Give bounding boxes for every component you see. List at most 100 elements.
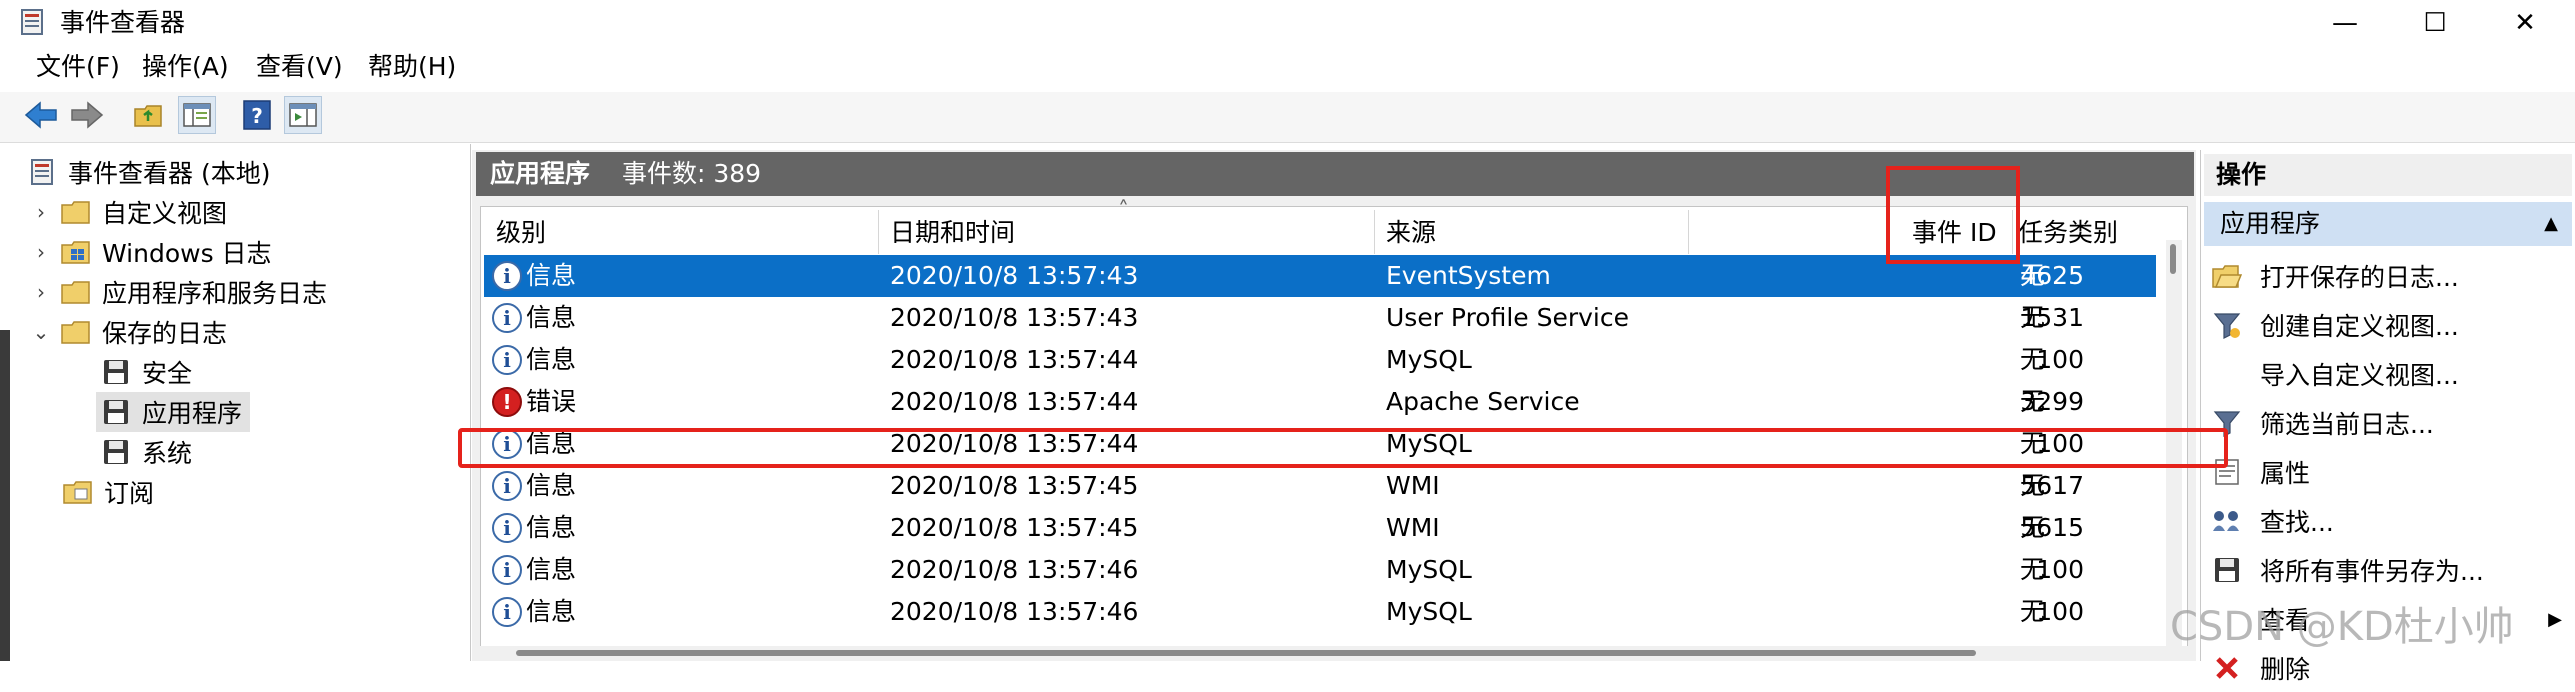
table-row[interactable]: i 信息 2020/10/8 13:57:44 MySQL 100 无 <box>484 339 2156 381</box>
cell-event-id: 100 <box>2036 345 2084 374</box>
chevron-right-icon[interactable]: › <box>30 240 52 264</box>
menu-file[interactable]: 文件(F) <box>36 50 120 84</box>
annotation-box-row <box>458 428 2228 468</box>
find-icon <box>2210 504 2244 538</box>
actions-section-application[interactable]: 应用程序 ▲ <box>2204 202 2572 246</box>
help-icon[interactable]: ? <box>238 96 276 134</box>
cell-source: MySQL <box>1386 555 1472 584</box>
cell-level: 信息 <box>526 597 577 626</box>
cell-datetime: 2020/10/8 13:57:44 <box>890 387 1139 416</box>
title-bar <box>0 0 2575 46</box>
cell-task-category: 无 <box>2020 597 2046 626</box>
collapse-up-icon[interactable]: ▲ <box>2544 202 2558 246</box>
event-viewer-icon <box>26 157 58 187</box>
event-viewer-app-icon <box>20 8 44 36</box>
tree-item-saved-system[interactable]: 系统 <box>100 432 192 472</box>
tree-item-label: 订阅 <box>104 479 155 508</box>
chevron-right-icon[interactable]: › <box>30 200 52 224</box>
cell-task-category: 无 <box>2020 261 2046 290</box>
cell-datetime: 2020/10/8 13:57:46 <box>890 555 1139 584</box>
tree-item-windows-logs[interactable]: › Windows 日志 <box>30 232 272 272</box>
tree-item-label: 应用程序 <box>142 399 243 428</box>
info-icon: i <box>492 261 522 291</box>
cell-level: 信息 <box>526 513 577 542</box>
windows-logs-folder-icon <box>60 237 92 267</box>
cell-level: 信息 <box>526 261 577 290</box>
folder-up-icon[interactable] <box>130 96 168 134</box>
horizontal-scroll-thumb[interactable] <box>516 650 1976 656</box>
disk-icon <box>100 397 132 427</box>
cell-level: 信息 <box>526 303 577 332</box>
action-label: 将所有事件另存为... <box>2260 557 2484 586</box>
action-label: 筛选当前日志... <box>2260 410 2434 439</box>
action-2[interactable]: 创建自定义视图... <box>2210 301 2570 349</box>
cell-level: 信息 <box>526 345 577 374</box>
table-row[interactable]: i 信息 2020/10/8 13:57:45 WMI 5615 无 <box>484 507 2156 549</box>
action-7[interactable]: 将所有事件另存为... <box>2210 546 2570 594</box>
close-button[interactable]: ✕ <box>2480 0 2570 46</box>
action-1[interactable]: 打开保存的日志... <box>2210 252 2570 300</box>
cell-event-id: 3299 <box>2020 387 2084 416</box>
menu-view[interactable]: 查看(V) <box>256 50 343 84</box>
submenu-arrow-icon: ▶ <box>2548 608 2562 630</box>
action-5[interactable]: 属性 <box>2210 448 2570 496</box>
tree-item-saved-security[interactable]: 安全 <box>100 352 192 392</box>
log-title: 应用程序 <box>490 159 591 188</box>
action-3[interactable]: 导入自定义视图... <box>2210 350 2570 398</box>
actions-section-label: 应用程序 <box>2220 209 2321 238</box>
table-row[interactable]: i 信息 2020/10/8 13:57:46 MySQL 100 无 <box>484 591 2156 633</box>
tree-item-saved-application[interactable]: 应用程序 <box>96 392 251 432</box>
cell-datetime: 2020/10/8 13:57:43 <box>890 261 1139 290</box>
svg-text:?: ? <box>251 104 263 128</box>
info-icon: i <box>492 303 522 333</box>
disk-icon <box>100 437 132 467</box>
tree-item-app-service-logs[interactable]: › 应用程序和服务日志 <box>30 272 327 312</box>
window-edge <box>0 330 10 661</box>
folder-icon <box>60 317 92 347</box>
table-row[interactable]: i 信息 2020/10/8 13:57:43 User Profile Servic… <box>484 297 2156 339</box>
tree-item-label: Windows 日志 <box>102 239 272 268</box>
column-separator[interactable] <box>1688 210 1689 254</box>
save-icon <box>2210 553 2244 587</box>
blank-icon <box>2210 357 2244 391</box>
cell-level: 信息 <box>526 471 577 500</box>
column-separator[interactable] <box>1374 210 1375 254</box>
column-separator[interactable] <box>878 210 879 254</box>
column-header-level[interactable]: 级别 <box>496 214 546 252</box>
table-row[interactable]: i 信息 2020/10/8 13:57:45 WMI 5617 无 <box>484 465 2156 507</box>
column-header-source[interactable]: 来源 <box>1386 214 1436 252</box>
table-row[interactable]: ! 错误 2020/10/8 13:57:44 Apache Service 3299 无 <box>484 381 2156 423</box>
tree-root[interactable]: 事件查看器 (本地) <box>26 152 270 192</box>
cell-datetime: 2020/10/8 13:57:43 <box>890 303 1139 332</box>
action-4[interactable]: 筛选当前日志... <box>2210 399 2570 447</box>
cell-level: 信息 <box>526 555 577 584</box>
action-pane-icon[interactable] <box>284 96 322 134</box>
table-row[interactable]: i 信息 2020/10/8 13:57:46 MySQL 100 无 <box>484 549 2156 591</box>
column-header-datetime[interactable]: 日期和时间 <box>890 214 1015 252</box>
back-arrow-icon[interactable] <box>22 96 60 134</box>
maximize-button[interactable]: ☐ <box>2390 0 2480 46</box>
forward-arrow-icon[interactable] <box>68 96 106 134</box>
error-icon: ! <box>492 387 522 417</box>
folder-icon <box>60 197 92 227</box>
minimize-button[interactable]: — <box>2300 0 2390 46</box>
cell-level: 错误 <box>526 387 577 416</box>
info-icon: i <box>492 471 522 501</box>
menu-help[interactable]: 帮助(H) <box>368 50 456 84</box>
column-header-task-category[interactable]: 任务类别 <box>2018 214 2118 252</box>
tree-item-label: 系统 <box>142 439 193 468</box>
chevron-right-icon[interactable]: › <box>30 280 52 304</box>
action-6[interactable]: 查找... <box>2210 497 2570 545</box>
tree-item-saved-logs[interactable]: ⌄ 保存的日志 <box>30 312 227 352</box>
vertical-scroll-thumb[interactable] <box>2170 244 2176 274</box>
menu-action[interactable]: 操作(A) <box>142 50 229 84</box>
console-tree-icon[interactable] <box>178 96 216 134</box>
cell-source: MySQL <box>1386 597 1472 626</box>
chevron-down-icon[interactable]: ⌄ <box>30 320 52 344</box>
tree-item-label: 安全 <box>142 359 193 388</box>
tree-item-custom-views[interactable]: › 自定义视图 <box>30 192 227 232</box>
cell-event-id: 100 <box>2036 555 2084 584</box>
tree-item-subscriptions[interactable]: 订阅 <box>62 472 154 512</box>
info-icon: i <box>492 555 522 585</box>
cell-source: WMI <box>1386 513 1440 542</box>
